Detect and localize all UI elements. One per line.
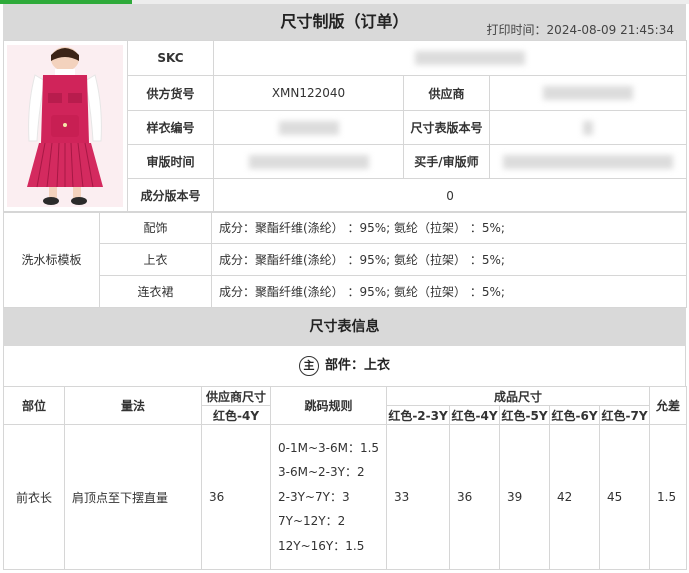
skc-value [212,40,688,76]
care-label-title: 洗水标模板 [3,211,100,308]
supplier-label: 供应商 [403,75,490,111]
col-method: 量法 [64,386,202,425]
grading-rule: 3-6M~2-3Y：2 [278,465,365,480]
buyer-value [488,144,688,179]
review-time-value [213,144,404,179]
col-grading: 跳码规则 [270,386,387,425]
row-supplier-value: 36 [201,424,271,570]
dress-illustration [7,45,123,207]
redacted-supplier [543,86,633,101]
redacted-review-time [248,154,369,169]
col-size: 红色-5Y [499,405,550,425]
row-position: 前衣长 [3,424,65,570]
row-size-value: 39 [499,424,550,570]
col-supplier-size-sub: 红色-4Y [201,405,271,425]
row-method: 肩顶点至下摆直量 [64,424,202,570]
supplier-item-value: XMN122040 [213,75,404,111]
redacted-buyer [503,154,673,169]
care-row-name: 配饰 [99,211,212,244]
composition-version-value: 0 [212,178,688,213]
supplier-item-label: 供方货号 [127,75,214,111]
buyer-label: 买手/审版师 [403,144,490,179]
grading-rule: 2-3Y~7Y：3 [278,489,350,504]
supplier-value [488,75,688,111]
col-size: 红色-2-3Y [386,405,450,425]
col-size: 红色-7Y [598,405,651,425]
print-time: 打印时间：2024-08-09 21:45:34 [486,23,674,37]
grading-rule: 7Y~12Y：2 [278,514,346,529]
col-tolerance: 允差 [649,386,688,425]
part-row: 主部件：上衣 [3,346,686,386]
redacted-skc [415,51,525,66]
sample-no-label: 样衣编号 [127,110,214,145]
composition-version-label: 成分版本号 [127,178,214,213]
col-size: 红色-4Y [449,405,500,425]
title-band: 尺寸制版（订单） 打印时间：2024-08-09 21:45:34 [3,4,686,40]
row-tolerance: 1.5 [649,424,688,570]
row-size-value: 36 [449,424,500,570]
row-size-value: 42 [549,424,600,570]
size-version-value [488,110,688,145]
redacted-sample-no [278,120,339,135]
main-part-badge: 主 [298,355,319,376]
col-finished: 成品尺寸 [385,386,651,406]
size-table: 部位 量法 供应商尺寸 跳码规则 成品尺寸 允差 红色-4Y 红色-2-3Y 红… [3,386,688,570]
care-row-value: 成分：聚酯纤维(涤纶） ：95%; 氨纶（拉架） ：5%; [211,211,687,244]
col-size: 红色-6Y [549,405,600,425]
grading-rule: 0-1M~3-6M：1.5 [278,440,380,455]
skc-label: SKC [127,40,214,76]
size-section-title: 尺寸表信息 [3,308,686,346]
review-time-label: 审版时间 [127,144,214,179]
care-row-name: 连衣裙 [99,275,212,308]
col-supplier-size: 供应商尺寸 [201,386,271,406]
col-position: 部位 [3,386,65,425]
product-image [7,45,123,207]
row-size-value: 33 [386,424,450,570]
care-row-value: 成分：聚酯纤维(涤纶） ：95%; 氨纶（拉架） ：5%; [211,243,687,276]
grading-rule: 12Y~16Y：1.5 [278,538,365,553]
part-label: 部件：上衣 [324,358,390,373]
care-row-value: 成分：聚酯纤维(涤纶） ：95%; 氨纶（拉架） ：5%; [211,275,687,308]
row-size-value: 45 [598,424,651,570]
redacted-size-version [583,120,593,135]
size-version-label: 尺寸表版本号 [403,110,490,145]
row-grading-rules: 0-1M~3-6M：1.5 3-6M~2-3Y：2 2-3Y~7Y：3 7Y~1… [270,424,387,570]
sample-no-value [213,110,404,145]
care-row-name: 上衣 [99,243,212,276]
care-label-table: 洗水标模板 配饰 成分：聚酯纤维(涤纶） ：95%; 氨纶（拉架） ：5%; 上… [3,211,687,308]
